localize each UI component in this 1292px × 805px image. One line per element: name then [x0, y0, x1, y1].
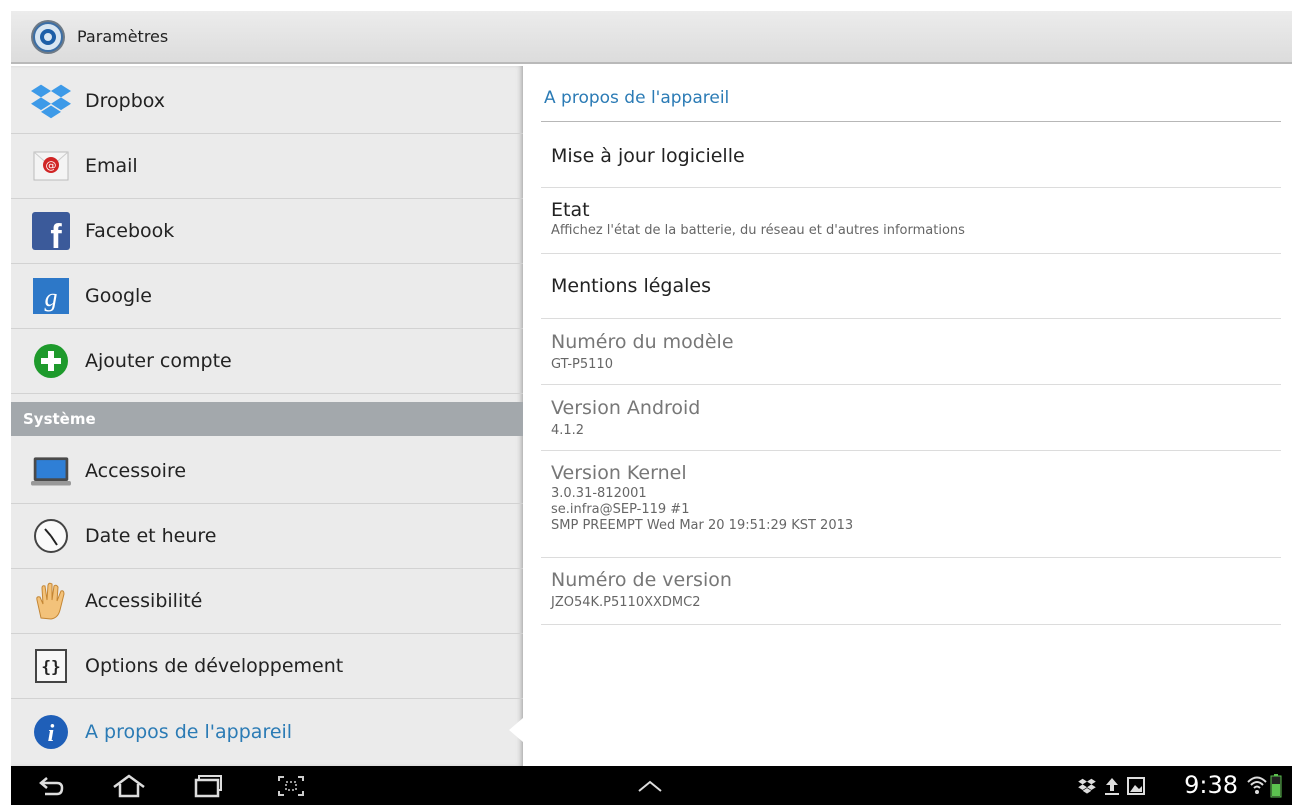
sidebar-item-google[interactable]: g Google — [11, 264, 523, 329]
info-icon: i — [31, 712, 71, 752]
home-button[interactable] — [107, 772, 151, 800]
dropbox-icon — [31, 81, 71, 121]
recent-apps-icon — [194, 775, 222, 798]
sidebar-item-label: Facebook — [85, 220, 175, 242]
svg-text:@: @ — [46, 159, 57, 172]
sidebar-item-accessibility[interactable]: Accessibilité — [11, 569, 523, 634]
list-item-model-number: Numéro du modèle GT-P5110 — [541, 319, 1281, 385]
sidebar-item-label: Accessoire — [85, 460, 187, 482]
screenshot-button[interactable] — [273, 772, 309, 800]
system-navigation-bar: 9:38 — [11, 766, 1292, 805]
sidebar-item-label: A propos de l'appareil — [85, 720, 293, 743]
sidebar-item-label: Date et heure — [85, 525, 217, 547]
list-item-build-number: Numéro de version JZO54K.P5110XXDMC2 — [541, 558, 1281, 625]
list-item-android-version: Version Android 4.1.2 — [541, 385, 1281, 451]
settings-gear-icon[interactable] — [29, 18, 67, 56]
sidebar-item-label: Dropbox — [85, 90, 166, 112]
item-title: Etat — [551, 199, 590, 221]
hand-icon — [31, 581, 71, 621]
sidebar-item-label: Options de développement — [85, 655, 344, 677]
sidebar-item-developer-options[interactable]: {} Options de développement — [11, 634, 523, 699]
expand-up-button[interactable] — [633, 772, 667, 800]
svg-text:{}: {} — [41, 657, 60, 676]
accessory-icon — [31, 451, 71, 491]
sidebar-item-label: Accessibilité — [85, 590, 203, 612]
item-title: Numéro de version — [551, 569, 732, 591]
back-button[interactable] — [31, 772, 71, 800]
battery-icon — [1270, 774, 1282, 798]
svg-text:f: f — [50, 218, 62, 250]
sidebar-item-dropbox[interactable]: Dropbox — [11, 69, 523, 134]
sidebar-item-label: Google — [85, 285, 153, 307]
section-header-system: Système — [11, 402, 523, 436]
settings-list: Dropbox @ Email f Facebook g Google Ajou… — [11, 66, 523, 766]
item-title: Mentions légales — [551, 275, 711, 297]
item-value-line: 3.0.31-812001 — [551, 486, 647, 501]
dropbox-status-icon — [1078, 778, 1096, 794]
sidebar-item-add-account[interactable]: Ajouter compte — [11, 329, 523, 394]
list-item-kernel-version: Version Kernel 3.0.31-812001 se.infra@SE… — [541, 451, 1281, 558]
list-item-software-update[interactable]: Mise à jour logicielle — [541, 123, 1281, 188]
sidebar-item-about-device[interactable]: i A propos de l'appareil — [11, 699, 523, 764]
back-icon — [39, 777, 64, 796]
list-item-status[interactable]: Etat Affichez l'état de la batterie, du … — [541, 188, 1281, 254]
clock-icon — [31, 516, 71, 556]
home-icon — [113, 774, 145, 798]
braces-icon: {} — [31, 646, 71, 686]
detail-header: A propos de l'appareil — [541, 88, 1281, 122]
sidebar-item-date-time[interactable]: Date et heure — [11, 504, 523, 569]
item-value: GT-P5110 — [551, 357, 613, 372]
image-icon — [1127, 777, 1145, 795]
upload-icon — [1105, 778, 1119, 795]
google-icon: g — [31, 276, 71, 316]
item-title: Version Kernel — [551, 462, 687, 484]
item-value-line: SMP PREEMPT Wed Mar 20 19:51:29 KST 2013 — [551, 518, 854, 533]
item-value: JZO54K.P5110XXDMC2 — [551, 595, 701, 610]
email-icon: @ — [31, 146, 71, 186]
svg-text:g: g — [45, 283, 58, 312]
expand-up-icon — [638, 780, 662, 792]
screenshot-icon — [278, 776, 304, 796]
item-title: Numéro du modèle — [551, 331, 734, 353]
wifi-icon — [1247, 776, 1267, 794]
add-account-icon — [31, 341, 71, 381]
sidebar-item-label: Email — [85, 155, 138, 177]
list-item-legal[interactable]: Mentions légales — [541, 254, 1281, 319]
item-value: 4.1.2 — [551, 423, 585, 438]
item-title: Mise à jour logicielle — [551, 145, 745, 167]
item-value-line: se.infra@SEP-119 #1 — [551, 502, 690, 517]
sidebar-item-facebook[interactable]: f Facebook — [11, 199, 523, 264]
facebook-icon: f — [31, 211, 71, 251]
sidebar-item-email[interactable]: @ Email — [11, 134, 523, 199]
selection-pointer — [509, 718, 523, 742]
item-summary: Affichez l'état de la batterie, du résea… — [551, 223, 965, 238]
action-bar: Paramètres — [11, 11, 1292, 64]
sidebar-item-label: Ajouter compte — [85, 350, 232, 372]
detail-pane: A propos de l'appareil Mise à jour logic… — [523, 66, 1292, 766]
item-title: Version Android — [551, 397, 701, 419]
clock: 9:38 — [1184, 771, 1238, 799]
recent-apps-button[interactable] — [189, 772, 229, 800]
sidebar-item-accessory[interactable]: Accessoire — [11, 439, 523, 504]
svg-text:i: i — [48, 721, 55, 747]
app-title: Paramètres — [77, 27, 169, 46]
